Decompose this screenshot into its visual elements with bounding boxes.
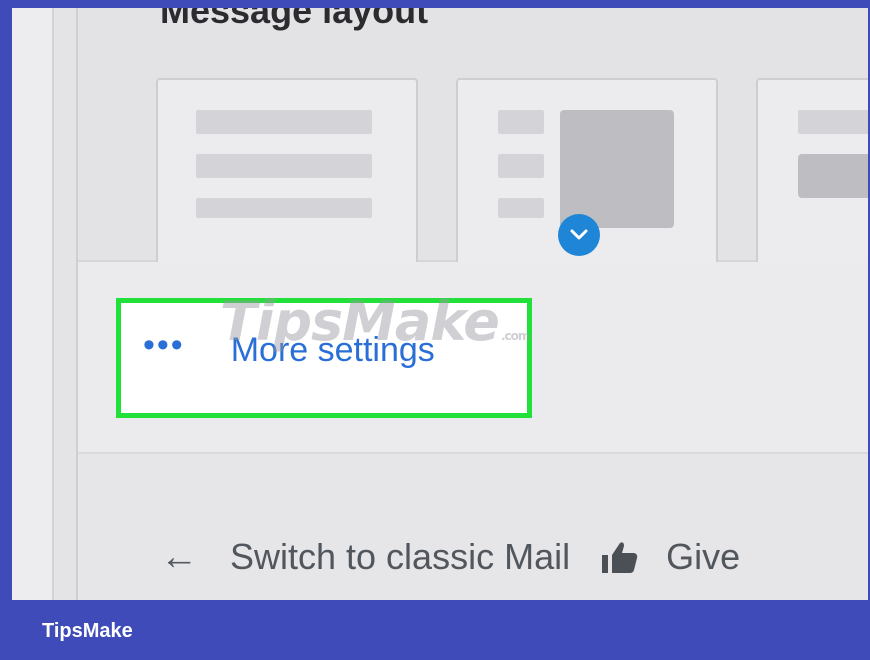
brand-label: TipsMake bbox=[42, 620, 133, 642]
switch-classic-mail-link[interactable]: Switch to classic Mail bbox=[230, 536, 570, 578]
message-layout-section: Message layout bbox=[78, 8, 868, 282]
switch-row: ← Switch to classic Mail Give bbox=[78, 454, 868, 600]
pane-preview-bar bbox=[498, 110, 544, 134]
pane-preview-bar bbox=[498, 198, 544, 218]
section-title: Message layout bbox=[160, 8, 429, 31]
nav-divider-rail bbox=[54, 8, 78, 600]
watermark: TipsMake .com bbox=[220, 290, 530, 353]
layout-option-list[interactable] bbox=[156, 78, 418, 282]
layout-option-bottom-pane[interactable] bbox=[756, 78, 868, 282]
selected-badge bbox=[558, 214, 600, 256]
more-dots-icon: ••• bbox=[143, 325, 185, 364]
pane-preview-reading-pane bbox=[560, 110, 674, 228]
pane-preview-bar bbox=[498, 154, 544, 178]
list-preview-bar bbox=[196, 198, 372, 218]
chevron-down-icon bbox=[570, 229, 588, 240]
list-preview-bar bbox=[196, 154, 372, 178]
footer-bar: TipsMake bbox=[0, 600, 870, 660]
bottom-preview-reading-pane bbox=[798, 154, 868, 198]
arrow-left-icon[interactable]: ← bbox=[160, 538, 198, 576]
thumbs-up-icon[interactable] bbox=[600, 539, 640, 575]
bottom-preview-bar bbox=[798, 110, 868, 134]
give-feedback-link[interactable]: Give bbox=[666, 536, 740, 578]
left-rail bbox=[12, 8, 54, 600]
list-preview-bar bbox=[196, 110, 372, 134]
